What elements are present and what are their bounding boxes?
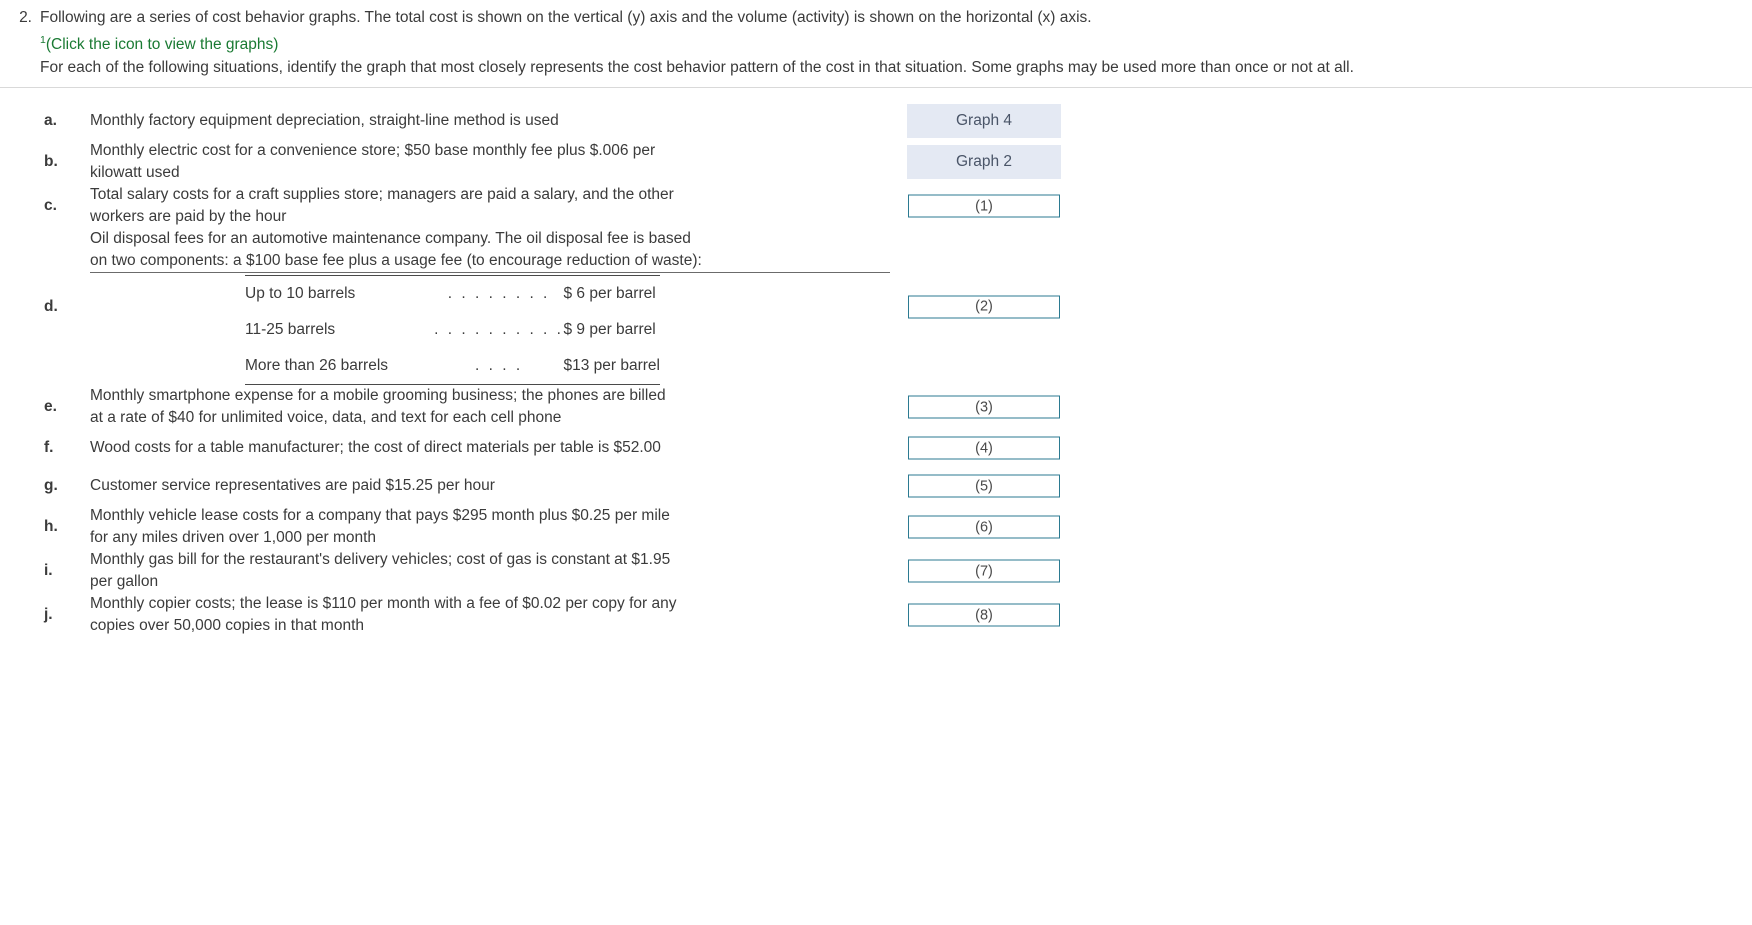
situation-text-line: kilowatt used bbox=[90, 164, 180, 182]
situation-text-line: Monthly electric cost for a convenience … bbox=[90, 142, 656, 160]
situation-label: f. bbox=[44, 439, 54, 457]
answer-input[interactable]: (1) bbox=[908, 194, 1060, 218]
situation-label: i. bbox=[44, 562, 53, 580]
answer-input[interactable]: (8) bbox=[908, 603, 1060, 627]
view-graphs-link[interactable]: (Click the icon to view the graphs) bbox=[46, 36, 279, 53]
answer-input[interactable]: (4) bbox=[908, 436, 1060, 460]
fee-schedule-row: Up to 10 barrels . . . . . . . . $ 6 per b… bbox=[245, 276, 660, 312]
prompt-hint-line: 1(Click the icon to view the graphs) bbox=[40, 29, 1354, 56]
page-root: { "question": { "number": "2.", "intro_l… bbox=[0, 0, 1752, 925]
situation-row: e. Monthly smartphone expense for a mobil… bbox=[0, 385, 1752, 429]
answer-readonly-value: Graph 4 bbox=[907, 104, 1061, 139]
prompt-intro-line: Following are a series of cost behavior … bbox=[40, 9, 1092, 26]
fee-schedule-row: 11-25 barrels . . . . . . . . . . $ 9 per … bbox=[245, 312, 660, 348]
answer-cell: (2) bbox=[907, 295, 1061, 319]
answer-cell: Graph 4 bbox=[907, 104, 1061, 139]
fee-tier-label: 11-25 barrels bbox=[245, 321, 336, 339]
answer-input[interactable]: (2) bbox=[908, 295, 1060, 319]
prompt-instruction-line: For each of the following situations, id… bbox=[40, 59, 1354, 77]
situation-label: g. bbox=[44, 477, 58, 495]
situation-row: b. Monthly electric cost for a convenienc… bbox=[0, 140, 1752, 184]
situation-text-line: Wood costs for a table manufacturer; the… bbox=[90, 439, 661, 457]
prompt-row: 2. Following are a series of cost behavi… bbox=[0, 6, 1752, 79]
situation-row: d. Oil disposal fees for an automotive ma… bbox=[0, 228, 1752, 386]
fee-tier-leader-dots: . . . . . . . . . . bbox=[434, 321, 564, 339]
answer-cell: (6) bbox=[907, 515, 1061, 539]
situation-text: Oil disposal fees for an automotive main… bbox=[90, 228, 890, 386]
situation-label: a. bbox=[44, 112, 57, 130]
situation-label: j. bbox=[44, 606, 53, 624]
situation-label: h. bbox=[44, 518, 58, 536]
situation-text-line: per gallon bbox=[90, 573, 159, 591]
prompt-body: Following are a series of cost behavior … bbox=[40, 6, 1354, 79]
fee-tier-label: More than 26 barrels bbox=[245, 348, 435, 386]
situation-text: Monthly electric cost for a convenience … bbox=[90, 140, 890, 184]
question-prompt: 2. Following are a series of cost behavi… bbox=[0, 0, 1752, 89]
answer-input[interactable]: (7) bbox=[908, 559, 1060, 583]
situation-text-line: Monthly smartphone expense for a mobile … bbox=[90, 387, 666, 405]
situation-text: Customer service representatives are pai… bbox=[90, 475, 890, 497]
situation-text: Monthly gas bill for the restaurant's de… bbox=[90, 549, 890, 593]
situation-text-line: Monthly gas bill for the restaurant's de… bbox=[90, 551, 671, 569]
answer-cell: (3) bbox=[907, 395, 1061, 419]
situation-row: i. Monthly gas bill for the restaurant's … bbox=[0, 549, 1752, 593]
answer-cell: (4) bbox=[907, 436, 1061, 460]
situation-row: c. Total salary costs for a craft supplie… bbox=[0, 184, 1752, 228]
answer-input[interactable]: (6) bbox=[908, 515, 1060, 539]
situation-text-line: copies over 50,000 copies in that month bbox=[90, 617, 365, 635]
situation-row: a. Monthly factory equipment depreciation… bbox=[0, 102, 1752, 140]
question-number: 2. bbox=[19, 9, 32, 26]
fee-tier-leader-dots: . . . . . . . . bbox=[447, 285, 550, 303]
situation-row: j. Monthly copier costs; the lease is $11… bbox=[0, 593, 1752, 637]
situation-text: Monthly factory equipment depreciation, … bbox=[90, 110, 890, 132]
situation-text-line: Customer service representatives are pai… bbox=[90, 477, 495, 495]
situation-text: Monthly vehicle lease costs for a compan… bbox=[90, 505, 890, 549]
answer-cell: Graph 2 bbox=[907, 145, 1061, 180]
situation-text-line: Oil disposal fees for an automotive main… bbox=[90, 230, 691, 248]
situation-label: b. bbox=[44, 153, 58, 171]
answer-cell: (1) bbox=[907, 194, 1061, 218]
situation-text-line: Monthly factory equipment depreciation, … bbox=[90, 112, 559, 130]
situation-label: d. bbox=[44, 297, 58, 315]
fee-tier-rate: $13 per barrel bbox=[563, 348, 660, 386]
answer-cell: (8) bbox=[907, 603, 1061, 627]
answer-input[interactable]: (5) bbox=[908, 474, 1060, 498]
situation-text-line: workers are paid by the hour bbox=[90, 208, 287, 226]
situation-list: a. Monthly factory equipment depreciation… bbox=[0, 88, 1752, 637]
situation-row: h. Monthly vehicle lease costs for a comp… bbox=[0, 505, 1752, 549]
fee-tier-leader-dots: . . . . bbox=[434, 348, 564, 386]
situation-label: e. bbox=[44, 398, 57, 416]
fee-tier-rate: $ 6 per barrel bbox=[563, 285, 656, 303]
answer-input[interactable]: (3) bbox=[908, 395, 1060, 419]
situation-text-line: Monthly copier costs; the lease is $110 … bbox=[90, 595, 677, 613]
situation-text: Total salary costs for a craft supplies … bbox=[90, 184, 890, 228]
fee-tier-label: Up to 10 barrels bbox=[245, 285, 356, 303]
answer-readonly-value: Graph 2 bbox=[907, 145, 1061, 180]
situation-text: Wood costs for a table manufacturer; the… bbox=[90, 437, 890, 459]
situation-text-line: for any miles driven over 1,000 per mont… bbox=[90, 529, 377, 547]
situation-text-line: Total salary costs for a craft supplies … bbox=[90, 186, 674, 204]
situation-text-line: Monthly vehicle lease costs for a compan… bbox=[90, 507, 670, 525]
fee-tier-rate: $ 9 per barrel bbox=[563, 321, 656, 339]
situation-row: g. Customer service representatives are p… bbox=[0, 467, 1752, 505]
answer-cell: (7) bbox=[907, 559, 1061, 583]
situation-text: Monthly copier costs; the lease is $110 … bbox=[90, 593, 890, 637]
situation-text-line: on two components: a $100 base fee plus … bbox=[90, 250, 890, 274]
fee-schedule-table: Up to 10 barrels . . . . . . . . $ 6 per b… bbox=[245, 275, 660, 386]
situation-text-line: at a rate of $40 for unlimited voice, da… bbox=[90, 409, 562, 427]
situation-text: Monthly smartphone expense for a mobile … bbox=[90, 385, 890, 429]
situation-label: c. bbox=[44, 197, 57, 215]
fee-schedule-row: More than 26 barrels. . . . $13 per barre… bbox=[245, 348, 660, 386]
situation-row: f. Wood costs for a table manufacturer; t… bbox=[0, 429, 1752, 467]
answer-cell: (5) bbox=[907, 474, 1061, 498]
